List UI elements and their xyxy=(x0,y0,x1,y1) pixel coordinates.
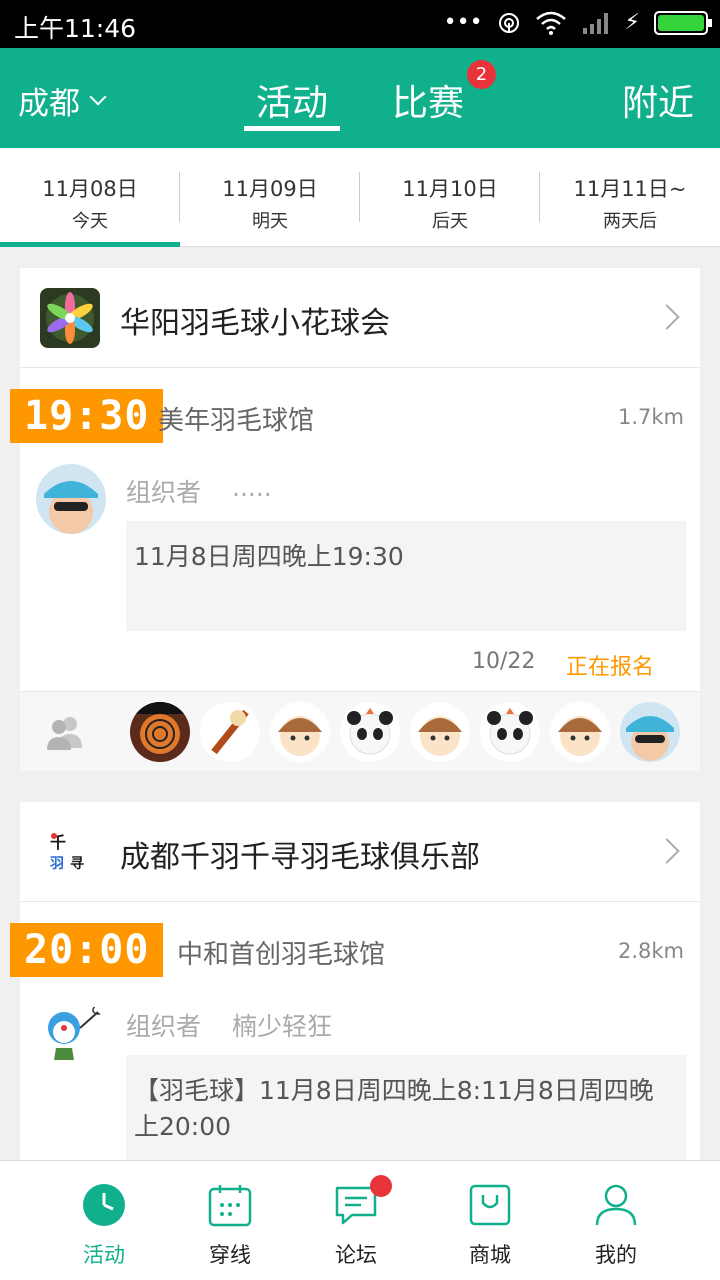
chevron-right-icon xyxy=(654,304,680,330)
venue-name: 美年羽毛球馆 xyxy=(158,406,315,436)
signup-status: 正在报名 xyxy=(566,655,655,680)
activity-description: 11月8日周四晚上19:30 xyxy=(126,521,686,631)
forum-notification-dot xyxy=(370,1175,392,1197)
day-label: 后天 xyxy=(432,211,468,232)
member-avatar[interactable] xyxy=(480,702,540,762)
tab-matches[interactable]: 比赛 xyxy=(392,74,464,126)
hotspot-icon xyxy=(498,12,519,33)
more-dots-icon: ••• xyxy=(443,10,483,35)
shop-bag-icon xyxy=(469,1184,511,1226)
organizer-avatar[interactable] xyxy=(36,998,106,1068)
status-time: 上午11:46 xyxy=(14,14,137,43)
date-tab-1[interactable]: 11月09日 明天 xyxy=(180,148,360,244)
svg-text:羽: 羽 xyxy=(50,856,64,872)
date-tab-2[interactable]: 11月10日 后天 xyxy=(360,148,540,244)
city-label: 成都 xyxy=(18,86,80,122)
activity-description: 【羽毛球】11月8日周四晚上8:11月8日周四晚上20:00 xyxy=(126,1055,686,1160)
date-label: 11月08日 xyxy=(42,177,138,201)
club-header[interactable]: 千 羽 寻 成都千羽千寻羽毛球俱乐部 xyxy=(20,802,700,902)
city-selector[interactable]: 成都 xyxy=(18,78,107,123)
member-avatar[interactable] xyxy=(130,702,190,762)
organizer-avatar[interactable] xyxy=(36,464,106,534)
nav-stringing[interactable]: 穿线 xyxy=(158,1161,302,1280)
club-header[interactable]: 华阳羽毛球小花球会 xyxy=(20,268,700,368)
club-name: 华阳羽毛球小花球会 xyxy=(120,306,390,341)
signup-count: 10/22 xyxy=(472,649,536,674)
club-logo: 千 羽 寻 xyxy=(40,822,100,882)
nav-label: 商城 xyxy=(469,1243,511,1267)
date-selector: 11月08日 今天 11月09日 明天 11月10日 后天 11月11日~ 两天… xyxy=(0,148,720,247)
day-label: 两天后 xyxy=(603,211,657,232)
date-tab-0[interactable]: 11月08日 今天 xyxy=(0,148,180,244)
activity-card[interactable]: 千 羽 寻 成都千羽千寻羽毛球俱乐部 20:00 中和首创羽毛球馆 2.8km … xyxy=(10,802,700,1160)
clock-icon xyxy=(83,1184,125,1226)
bottom-navigation: 活动 穿线 论坛 商城 我的 xyxy=(0,1160,720,1280)
day-label: 明天 xyxy=(252,211,288,232)
tab-nearby[interactable]: 附近 xyxy=(622,74,694,126)
nav-label: 活动 xyxy=(83,1243,125,1267)
battery-icon xyxy=(654,10,712,35)
charging-icon: ⚡ xyxy=(624,10,640,35)
wifi-icon xyxy=(535,11,566,35)
activity-time: 19:30 xyxy=(10,389,164,443)
activity-time: 20:00 xyxy=(10,923,164,977)
top-header: 成都 活动 比赛 2 附近 xyxy=(0,48,720,148)
organizer-label: 组织者 xyxy=(126,478,202,507)
chevron-right-icon xyxy=(654,838,680,864)
organizer-name: 楠少轻狂 xyxy=(232,1012,333,1041)
nav-profile[interactable]: 我的 xyxy=(544,1161,688,1280)
member-avatar[interactable] xyxy=(620,702,680,762)
date-tab-3[interactable]: 11月11日~ 两天后 xyxy=(540,148,720,244)
nav-label: 穿线 xyxy=(209,1243,251,1267)
activity-card[interactable]: 华阳羽毛球小花球会 19:30 美年羽毛球馆 1.7km 组织者 ..... 1… xyxy=(10,268,700,771)
date-label: 11月10日 xyxy=(402,177,498,201)
nav-label: 论坛 xyxy=(335,1243,377,1267)
matches-badge: 2 xyxy=(467,60,496,89)
club-logo xyxy=(40,288,100,348)
distance: 1.7km xyxy=(617,405,684,429)
member-avatar[interactable] xyxy=(410,702,470,762)
status-bar: 上午11:46 ••• ⚡ xyxy=(0,0,720,48)
member-avatar[interactable] xyxy=(340,702,400,762)
distance: 2.8km xyxy=(617,939,684,963)
tab-activities[interactable]: 活动 xyxy=(256,74,328,126)
status-icons: ••• ⚡ xyxy=(443,10,712,35)
nav-shop[interactable]: 商城 xyxy=(418,1161,562,1280)
nav-forum[interactable]: 论坛 xyxy=(284,1161,428,1280)
calendar-icon xyxy=(208,1185,252,1227)
organizer-label: 组织者 xyxy=(126,1012,202,1041)
date-active-indicator xyxy=(0,242,180,247)
svg-text:寻: 寻 xyxy=(70,856,84,872)
date-label: 11月09日 xyxy=(222,177,318,201)
date-label: 11月11日~ xyxy=(573,177,687,201)
day-label: 今天 xyxy=(72,211,108,232)
member-avatar[interactable] xyxy=(200,702,260,762)
nav-label: 我的 xyxy=(595,1243,637,1267)
member-avatar[interactable] xyxy=(550,702,610,762)
members-row[interactable] xyxy=(20,691,700,771)
nav-activities[interactable]: 活动 xyxy=(32,1161,176,1280)
club-name: 成都千羽千寻羽毛球俱乐部 xyxy=(120,840,480,875)
member-avatar[interactable] xyxy=(270,702,330,762)
tab-activities-indicator xyxy=(244,126,340,131)
venue-name: 中和首创羽毛球馆 xyxy=(177,940,386,970)
group-icon xyxy=(47,717,82,750)
chevron-down-icon xyxy=(89,88,107,105)
person-icon xyxy=(595,1184,637,1226)
signal-icon xyxy=(582,12,608,34)
organizer-name: ..... xyxy=(232,473,272,502)
